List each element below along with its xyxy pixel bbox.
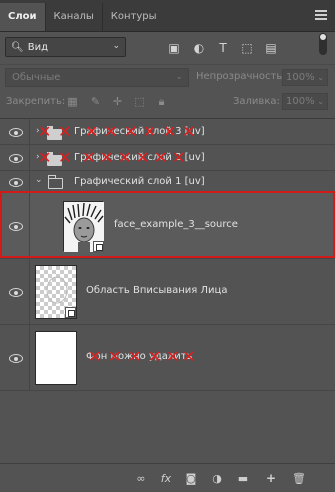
filter-toggle-switch[interactable] [319, 33, 327, 55]
delete-layer-icon[interactable]: 🗑︎ [292, 472, 306, 486]
tab-channels[interactable]: Каналы [44, 3, 102, 31]
eye-icon[interactable] [9, 288, 23, 297]
filter-row: 🔍︎ Вид ⌄ ▣ ◐ T ⬚ ▤ [0, 33, 335, 61]
cross-mark: ✕ [118, 148, 132, 167]
cross-mark: ✕ [104, 122, 118, 141]
cross-mark: ✕ [154, 148, 168, 167]
cross-mark: ✕ [143, 122, 157, 141]
opacity-label: Непрозрачность: [196, 71, 286, 82]
fill-value: 100% [286, 96, 315, 107]
layer-row[interactable]: › Графический слой 3 [uv] ✕ ✕ ✕ ✕ ✕ ✕ ✕ … [0, 119, 335, 145]
add-mask-icon[interactable]: ◙ [184, 472, 198, 486]
layers-bottom-toolbar: ∞ fx ◙ ◑ ▬ ➕︎ 🗑︎ [0, 463, 335, 492]
eye-icon[interactable] [9, 128, 23, 137]
cross-mark: ✕ [100, 148, 114, 167]
lock-transparent-icon[interactable]: ▦ [66, 95, 79, 108]
layer-row[interactable]: ⌄ Графический слой 1 [uv] [0, 171, 335, 193]
cross-mark: ✕ [124, 122, 138, 141]
filter-pixel-icon[interactable]: ▣ [167, 41, 181, 55]
new-layer-icon[interactable]: ➕︎ [264, 472, 278, 486]
blend-row: Обычные ⌄ Непрозрачность: 100% ⌄ [0, 64, 335, 88]
filter-kind-select[interactable]: 🔍︎ Вид ⌄ [5, 37, 126, 57]
cross-mark: ✕ [182, 347, 196, 366]
folder-icon [48, 175, 63, 189]
blend-mode-value: Обычные [12, 72, 61, 83]
lock-brush-icon[interactable]: ✎ [89, 95, 102, 108]
panel-tabs: Слои Каналы Контуры [0, 0, 335, 32]
cross-mark: ✕ [136, 148, 150, 167]
panel-menu-icon[interactable] [315, 10, 327, 20]
filter-smart-object-icon[interactable]: ▤ [264, 41, 278, 55]
filter-kind-label: Вид [27, 41, 48, 53]
lock-artboard-icon[interactable]: ⬚ [133, 95, 146, 108]
chevron-down-icon[interactable]: ⌄ [35, 175, 43, 185]
eye-icon[interactable] [9, 154, 23, 163]
selection-highlight [0, 191, 335, 258]
link-layers-icon[interactable]: ∞ [134, 472, 148, 486]
lock-row: Закрепить: ▦ ✎ ✛ ⬚ 🔒︎ Заливка: 100% ⌄ [0, 90, 335, 114]
new-group-icon[interactable]: ▬ [236, 472, 250, 486]
cross-mark: ✕ [88, 347, 102, 366]
search-icon: 🔍︎ [11, 41, 24, 53]
cross-mark: ✕ [182, 122, 196, 141]
cross-mark: ✕ [38, 122, 52, 141]
filter-type-icon[interactable]: T [216, 41, 230, 55]
chevron-down-icon: ⌄ [112, 41, 120, 51]
cross-mark: ✕ [172, 148, 186, 167]
layer-name: Область Вписывания Лица [86, 285, 228, 296]
tab-layers[interactable]: Слои [0, 3, 45, 31]
layers-list[interactable]: › Графический слой 3 [uv] ✕ ✕ ✕ ✕ ✕ ✕ ✕ … [0, 118, 335, 463]
layer-row[interactable]: Область Вписывания Лица [0, 259, 335, 325]
tab-paths[interactable]: Контуры [101, 3, 165, 31]
fill-label: Заливка: [233, 96, 280, 107]
eye-icon[interactable] [9, 354, 23, 363]
layer-thumbnail[interactable] [35, 331, 77, 385]
opacity-field[interactable]: 100% ⌄ [282, 69, 328, 86]
fill-field[interactable]: 100% ⌄ [282, 93, 328, 110]
lock-all-icon[interactable]: 🔒︎ [155, 95, 168, 108]
cross-mark: ✕ [128, 347, 142, 366]
adjustment-layer-icon[interactable]: ◑ [210, 472, 224, 486]
filter-adjustment-icon[interactable]: ◐ [192, 41, 206, 55]
cross-mark: ✕ [148, 347, 162, 366]
blend-mode-select[interactable]: Обычные ⌄ [5, 68, 189, 87]
layer-row[interactable]: Фон можно удалить ✕ ✕ ✕ ✕ ✕ ✕ [0, 325, 335, 391]
cross-mark: ✕ [38, 148, 52, 167]
chevron-down-icon: ⌄ [175, 72, 183, 82]
fx-icon[interactable]: fx [159, 472, 173, 486]
opacity-value: 100% [286, 72, 315, 83]
cross-mark: ✕ [58, 148, 72, 167]
smart-object-icon [65, 307, 76, 318]
lock-move-icon[interactable]: ✛ [111, 95, 124, 108]
layer-name: Графический слой 1 [uv] [74, 176, 205, 187]
chevron-down-icon: ⌄ [317, 97, 324, 106]
layer-row[interactable]: › Графический слой 2 [uv] ✕ ✕ ✕ ✕ ✕ ✕ ✕ … [0, 145, 335, 171]
lock-label: Закрепить: [6, 96, 66, 107]
cross-mark: ✕ [58, 122, 72, 141]
cross-mark: ✕ [166, 347, 180, 366]
cross-mark: ✕ [108, 347, 122, 366]
filter-shape-icon[interactable]: ⬚ [240, 41, 254, 55]
chevron-down-icon: ⌄ [317, 73, 324, 82]
cross-mark: ✕ [85, 122, 99, 141]
cross-mark: ✕ [163, 122, 177, 141]
eye-icon[interactable] [9, 178, 23, 187]
cross-mark: ✕ [82, 148, 96, 167]
